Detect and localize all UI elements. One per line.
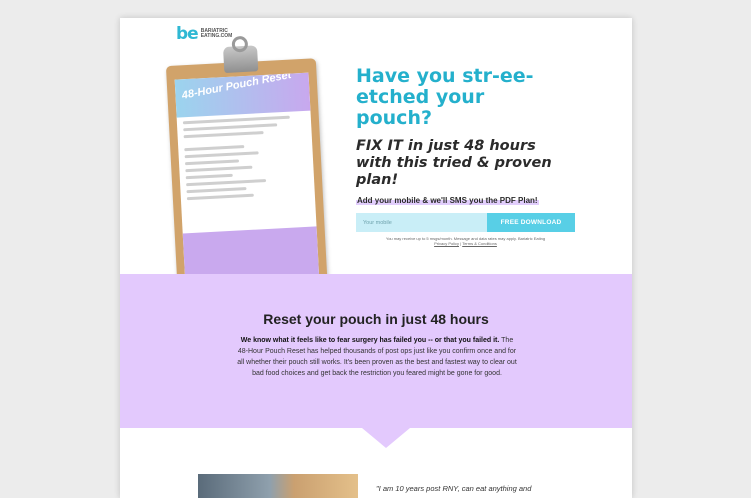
testimonial-quote: "I am 10 years post RNY, can eat anythin… xyxy=(376,484,532,493)
info-section: Reset your pouch in just 48 hours We kno… xyxy=(120,274,632,428)
free-download-button[interactable]: FREE DOWNLOAD xyxy=(487,213,575,232)
pdf-text-lines xyxy=(177,115,315,201)
section-body: We know what it feels like to fear surge… xyxy=(236,335,518,379)
section-body-bold: We know what it feels like to fear surge… xyxy=(240,337,500,344)
mobile-input[interactable] xyxy=(356,213,487,232)
logo-mark: be xyxy=(176,24,199,44)
privacy-policy-link[interactable]: Privacy Policy xyxy=(434,241,459,246)
clipboard-image: 48-Hour Pouch Reset xyxy=(165,35,329,302)
pdf-preview: 48-Hour Pouch Reset xyxy=(174,72,320,292)
testimonial-image xyxy=(198,474,358,498)
hero-subheadline: FIX IT in just 48 hours with this tried … xyxy=(356,138,552,188)
sms-prompt: Add your mobile & we'll SMS you the PDF … xyxy=(356,196,539,205)
section-heading: Reset your pouch in just 48 hours xyxy=(263,311,489,327)
clipboard-clip-icon xyxy=(223,35,259,74)
sms-disclaimer: You may receive up to 5 msgs/month. Mess… xyxy=(356,236,575,246)
landing-page: be BARIATRIC EATING.COM 48-Hour Pouch Re… xyxy=(120,18,632,498)
terms-link[interactable]: Terms & Conditions xyxy=(462,241,497,246)
brand-logo[interactable]: be BARIATRIC EATING.COM xyxy=(176,24,241,44)
pdf-title: 48-Hour Pouch Reset xyxy=(180,72,293,102)
hero-headline: Have you str-ee-etched your pouch? xyxy=(356,65,534,129)
logo-line-2: EATING.COM xyxy=(200,33,233,39)
section-arrow xyxy=(362,428,410,448)
